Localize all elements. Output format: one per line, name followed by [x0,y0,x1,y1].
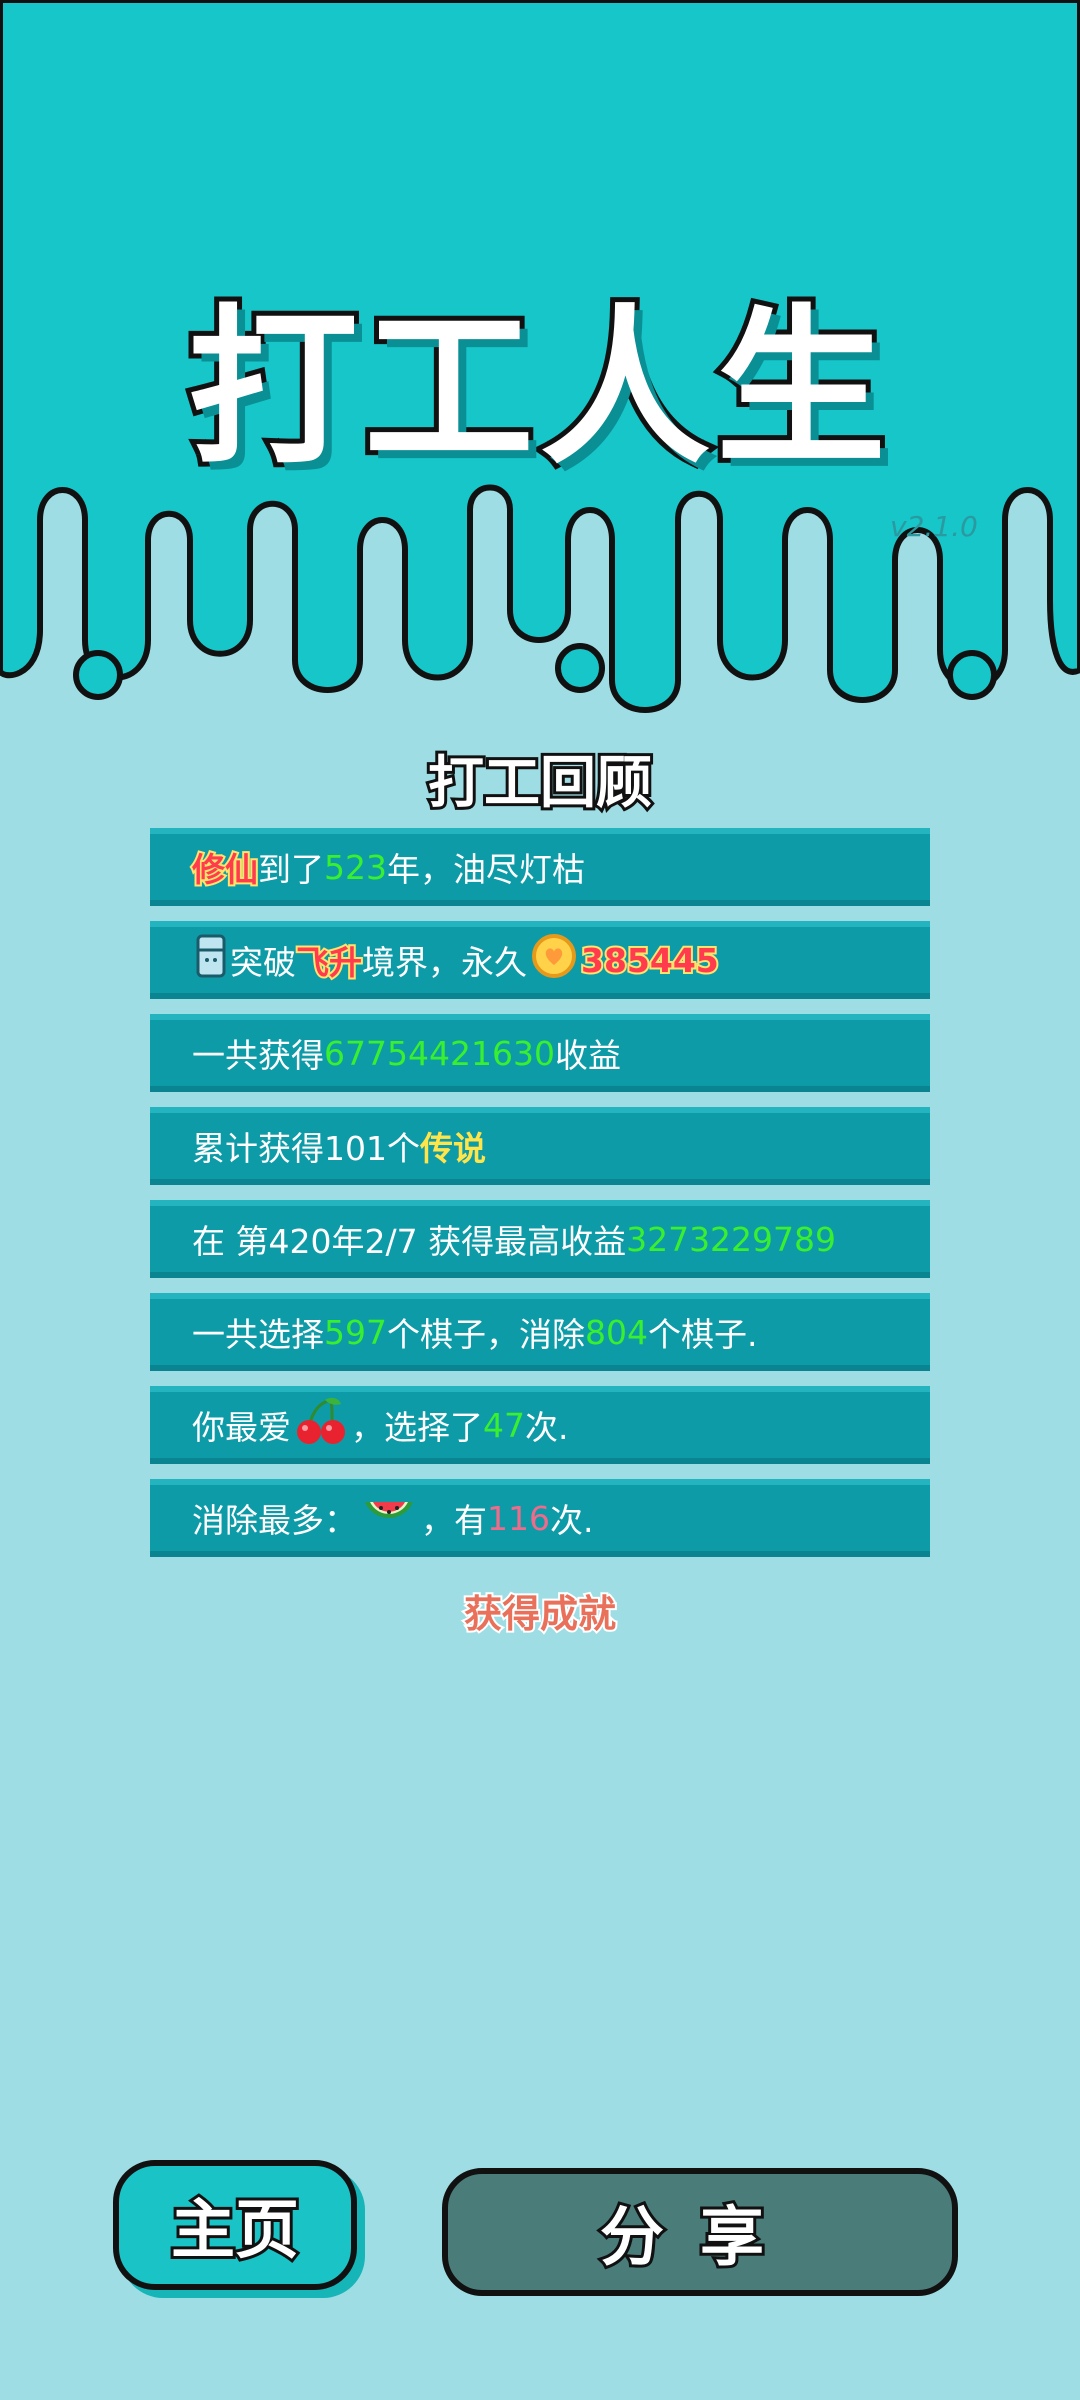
row-text: ，选择了 [351,1408,483,1447]
cultivation-label: 修仙 [190,848,260,891]
income-value: 67754421630 [324,1033,555,1073]
review-row-favorite: 你最爱 ，选择了 47 次. [150,1386,930,1464]
review-row-legendary: 累计获得101个 传说 [150,1107,930,1185]
row-text: 消除最多： [192,1501,357,1540]
row-text: 次. [550,1501,594,1540]
realm-label: 飞升 [294,941,364,984]
row-text: 到了 [258,850,324,889]
row-text: 一共获得 [192,1036,324,1075]
review-row-most-eliminated: 消除最多： ，有 116 次. [150,1479,930,1557]
favorite-count: 47 [483,1405,525,1445]
fridge-icon [196,934,226,986]
row-text: 你最爱 [192,1408,291,1447]
eliminated-count: 804 [585,1312,648,1352]
version-label: v2.1.0 [890,510,978,543]
legendary-label: 传说 [420,1129,486,1168]
row-text: 年，油尽灯枯 [387,850,585,889]
row-text: 境界，永久 [362,943,527,982]
review-row-ascension: 突破 飞升 境界，永久 385445 [150,921,930,999]
home-button[interactable]: 主页 [113,2160,357,2290]
row-text: 个棋子，消除 [387,1315,585,1354]
row-text: 在 第420年2/7 获得最高收益 [192,1222,627,1261]
most-eliminated-count: 116 [487,1498,550,1538]
review-row-total-income: 一共获得 67754421630 收益 [150,1014,930,1092]
review-row-max-income: 在 第420年2/7 获得最高收益 3273229789 [150,1200,930,1278]
cherry-icon [295,1396,347,1454]
share-button[interactable]: 分享 [442,2168,958,2296]
row-text: 累计获得101个 [192,1129,420,1168]
row-text: 突破 [230,943,296,982]
review-row-pieces: 一共选择 597 个棋子，消除 804 个棋子. [150,1293,930,1371]
selected-count: 597 [324,1312,387,1352]
section-title: 打工回顾 [425,748,655,819]
coin-heart-icon [531,933,577,987]
years-value: 523 [324,847,387,887]
row-text: ，有 [421,1501,487,1540]
watermelon-icon [361,1492,417,1544]
max-income-value: 3273229789 [626,1219,837,1259]
row-text: 次. [525,1408,569,1447]
row-text: 个棋子. [648,1315,758,1354]
review-row-cultivation: 修仙 到了 523 年，油尽灯枯 [150,828,930,906]
coin-value: 385445 [579,939,721,982]
achievements-link[interactable]: 获得成就 [0,1583,1080,1638]
game-title: 打工人生 [183,285,892,493]
review-list: 修仙 到了 523 年，油尽灯枯 突破 飞升 境界，永久 385445 一共获得… [150,828,930,1572]
row-text: 收益 [554,1036,621,1075]
row-text: 一共选择 [192,1315,324,1354]
